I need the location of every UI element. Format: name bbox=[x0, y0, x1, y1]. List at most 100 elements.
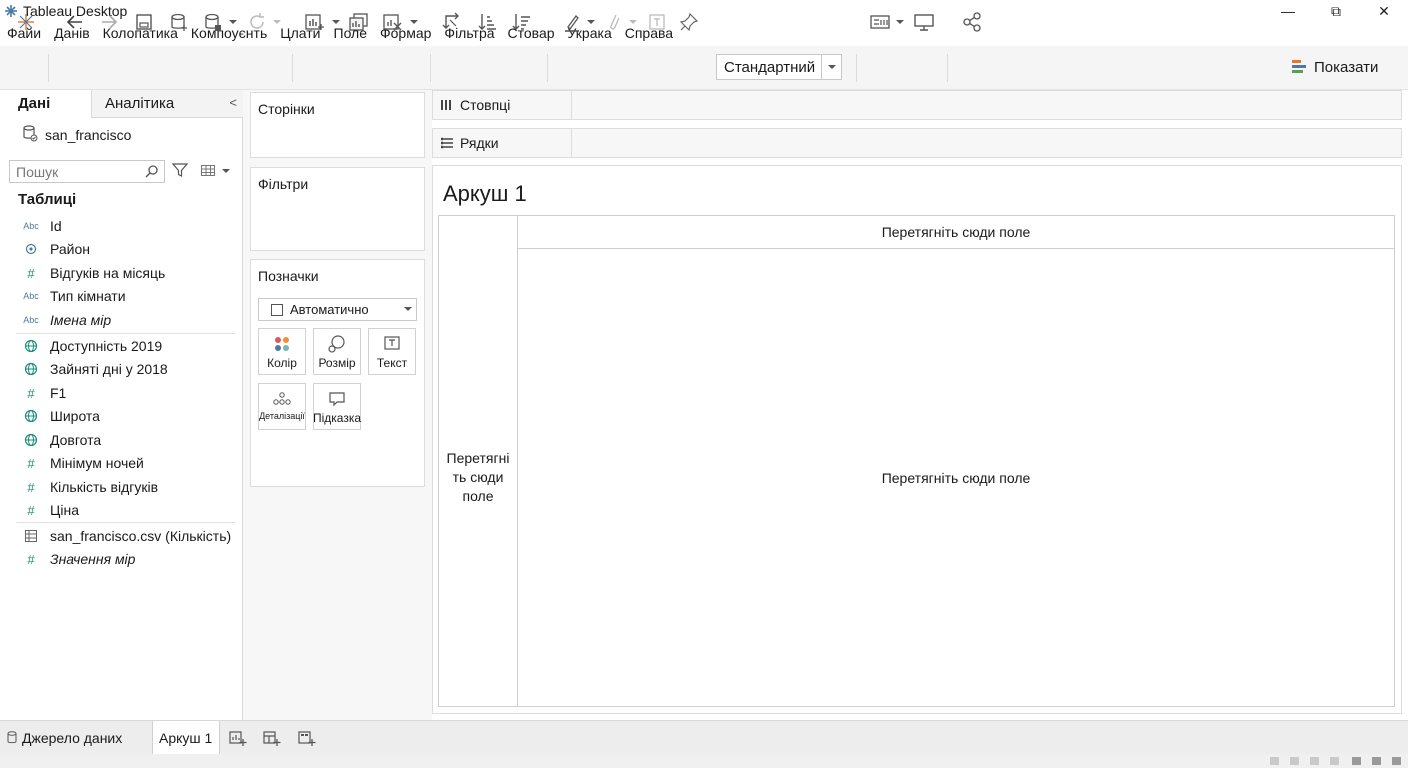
restore-icon[interactable]: ⧉ bbox=[1312, 0, 1360, 22]
tooltip-label: Підказка bbox=[312, 411, 362, 425]
table-divider bbox=[16, 522, 235, 523]
last-sheet-icon[interactable] bbox=[1330, 757, 1339, 765]
tableau-logo-icon[interactable] bbox=[14, 10, 38, 34]
sort-descending-icon[interactable] bbox=[509, 10, 533, 34]
search-icon[interactable] bbox=[145, 164, 159, 181]
mark-type-select[interactable]: Автоматично bbox=[258, 298, 417, 321]
tab-analytics[interactable]: Аналітика < bbox=[92, 90, 243, 117]
show-me-label: Показати bbox=[1314, 58, 1379, 76]
color-button[interactable]: Колір bbox=[258, 328, 306, 375]
presentation-icon[interactable] bbox=[912, 10, 936, 34]
new-story-tab-icon[interactable] bbox=[297, 729, 317, 747]
field-name: F1 bbox=[50, 385, 67, 401]
group-dropdown-icon[interactable] bbox=[628, 10, 638, 34]
field-id[interactable]: Abc Id bbox=[20, 216, 61, 236]
pin-icon[interactable] bbox=[677, 10, 701, 34]
field-availability-2019[interactable]: Доступність 2019 bbox=[20, 336, 162, 356]
fit-icon[interactable] bbox=[868, 10, 892, 34]
sorter-view-icon[interactable] bbox=[1372, 757, 1381, 765]
next-sheet-icon[interactable] bbox=[1310, 757, 1319, 765]
close-icon[interactable]: ✕ bbox=[1360, 0, 1408, 22]
datasource-item[interactable]: san_francisco bbox=[22, 124, 131, 145]
sheet-title[interactable]: Аркуш 1 bbox=[443, 181, 527, 207]
filter-icon[interactable] bbox=[171, 162, 189, 181]
minimize-icon[interactable]: — bbox=[1264, 0, 1312, 22]
view-options-icon[interactable] bbox=[201, 165, 230, 176]
fit-select-value: Стандартний bbox=[724, 58, 816, 76]
new-worksheet-icon[interactable] bbox=[303, 10, 327, 34]
tabs-view-icon[interactable] bbox=[1392, 757, 1401, 765]
field-table-count[interactable]: san_francisco.csv (Кількість) bbox=[20, 526, 231, 546]
duplicate-sheet-icon[interactable] bbox=[347, 10, 371, 34]
first-sheet-icon[interactable] bbox=[1270, 757, 1279, 765]
string-type-icon: Abc bbox=[23, 221, 39, 231]
number-type-icon: # bbox=[27, 479, 35, 495]
field-f1[interactable]: # F1 bbox=[20, 383, 66, 403]
swap-icon[interactable] bbox=[440, 10, 464, 34]
column-drop-target[interactable]: Перетягніть сюди поле bbox=[517, 216, 1395, 248]
show-me-button[interactable]: Показати bbox=[1292, 56, 1378, 78]
fit-select[interactable]: Стандартний bbox=[716, 54, 842, 80]
size-button[interactable]: Розмір bbox=[313, 328, 361, 375]
refresh-dropdown-icon[interactable] bbox=[272, 10, 282, 34]
sort-ascending-icon[interactable] bbox=[475, 10, 499, 34]
data-pane-tabs: Дані Аналітика < bbox=[0, 90, 243, 118]
field-occupied-2018[interactable]: Зайняті дні у 2018 bbox=[20, 359, 168, 379]
highlight-dropdown-icon[interactable] bbox=[586, 10, 596, 34]
filmstrip-view-icon[interactable] bbox=[1352, 757, 1361, 765]
pause-updates-icon[interactable] bbox=[201, 10, 225, 34]
text-button[interactable]: Текст bbox=[368, 328, 416, 375]
field-measure-names[interactable]: Abc Імена мір bbox=[20, 310, 111, 330]
new-worksheet-dropdown-icon[interactable] bbox=[331, 10, 341, 34]
tooltip-button[interactable]: Підказка bbox=[313, 383, 361, 430]
labels-icon[interactable] bbox=[645, 10, 669, 34]
previous-sheet-icon[interactable] bbox=[1290, 757, 1299, 765]
search-input[interactable]: Пошук bbox=[9, 160, 165, 183]
rows-shelf-label: Рядки bbox=[433, 129, 572, 157]
mark-type-icon bbox=[271, 303, 283, 316]
group-icon[interactable] bbox=[602, 10, 626, 34]
globe-icon bbox=[20, 339, 42, 353]
new-datasource-icon[interactable] bbox=[167, 10, 191, 34]
field-measure-values[interactable]: # Значення мір bbox=[20, 549, 135, 569]
field-district[interactable]: Район bbox=[20, 239, 90, 259]
highlight-icon[interactable] bbox=[560, 10, 584, 34]
columns-shelf: Стовпці bbox=[432, 90, 1402, 120]
mark-type-value: Автоматично bbox=[290, 302, 369, 317]
field-price[interactable]: # Ціна bbox=[20, 500, 79, 520]
detail-button[interactable]: Деталізації bbox=[258, 383, 306, 430]
toolbar bbox=[0, 46, 1408, 90]
refresh-icon[interactable] bbox=[245, 10, 269, 34]
rows-drop-zone[interactable] bbox=[573, 129, 1401, 157]
field-room-type[interactable]: Abc Тип кімнати bbox=[20, 286, 125, 306]
field-longitude[interactable]: Довгота bbox=[20, 430, 101, 450]
tab-sheet-1[interactable]: Аркуш 1 bbox=[152, 721, 220, 754]
clear-sheet-icon[interactable] bbox=[381, 10, 405, 34]
field-number-of-reviews[interactable]: # Кількість відгуків bbox=[20, 477, 158, 497]
field-minimum-nights[interactable]: # Мінімум ночей bbox=[20, 453, 144, 473]
tab-data[interactable]: Дані bbox=[0, 90, 92, 118]
collapse-pane-icon[interactable]: < bbox=[229, 95, 237, 110]
view-drop-target[interactable]: Перетягніть сюди поле bbox=[517, 249, 1395, 706]
number-type-icon: # bbox=[27, 385, 35, 401]
new-dashboard-tab-icon[interactable] bbox=[262, 729, 282, 747]
row-drop-target[interactable]: Перетягні ть сюди поле bbox=[439, 249, 517, 706]
tab-datasource[interactable]: Джерело даних bbox=[7, 721, 152, 754]
undo-icon[interactable] bbox=[63, 10, 87, 34]
show-me-icon bbox=[1292, 60, 1306, 73]
fit-dropdown-icon[interactable] bbox=[895, 10, 905, 34]
pages-card[interactable]: Сторінки bbox=[250, 92, 425, 158]
field-latitude[interactable]: Широта bbox=[20, 406, 100, 426]
share-icon[interactable] bbox=[960, 10, 984, 34]
chevron-down-icon[interactable] bbox=[404, 307, 412, 311]
redo-icon[interactable] bbox=[97, 10, 121, 34]
new-worksheet-tab-icon[interactable] bbox=[228, 729, 248, 747]
marks-title: Позначки bbox=[258, 268, 319, 284]
columns-drop-zone[interactable] bbox=[573, 91, 1401, 119]
clear-dropdown-icon[interactable] bbox=[409, 10, 419, 34]
save-icon[interactable] bbox=[132, 10, 156, 34]
field-reviews-per-month[interactable]: # Відгуків на місяць bbox=[20, 263, 165, 283]
filters-card[interactable]: Фільтри bbox=[250, 167, 425, 251]
pause-dropdown-icon[interactable] bbox=[228, 10, 238, 34]
chevron-down-icon[interactable] bbox=[821, 55, 841, 79]
